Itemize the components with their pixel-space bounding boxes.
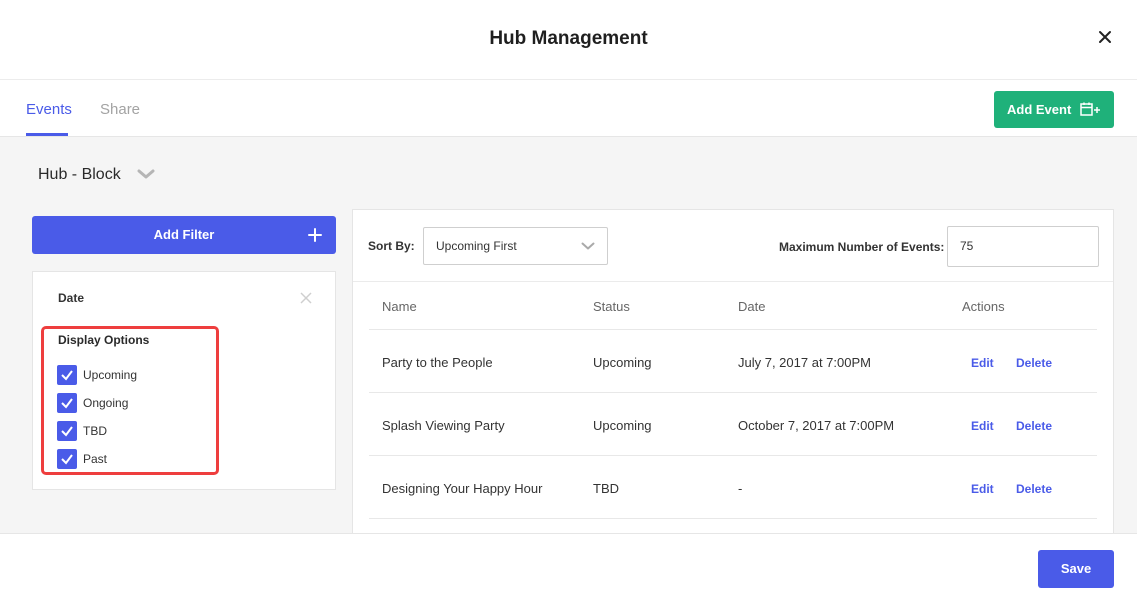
sort-value: Upcoming First [436,239,517,253]
modal-title: Hub Management [489,28,648,49]
option-label: Ongoing [83,396,129,410]
edit-link[interactable]: Edit [971,482,994,496]
option-label: Past [83,452,108,466]
delete-link[interactable]: Delete [1016,356,1052,370]
sort-select[interactable]: Upcoming First [423,227,608,265]
max-events-label: Maximum Number of Events: [779,240,945,254]
max-events-input[interactable]: 75 [947,226,1099,267]
divider [369,518,1097,519]
content-area: Hub - Block Add Filter Date Display Opti… [0,137,1137,533]
event-date: October 7, 2017 at 7:00PM [738,418,895,433]
event-status: TBD [593,481,619,496]
checkbox[interactable] [57,421,77,441]
add-event-button[interactable]: Add Event [994,91,1114,128]
column-header-name: Name [382,299,417,314]
event-date: July 7, 2017 at 7:00PM [738,355,871,370]
close-icon[interactable] [1095,27,1115,47]
active-tab-indicator [26,133,68,136]
event-status: Upcoming [593,355,652,370]
option-tbd[interactable]: TBD [57,421,107,441]
events-card: Sort By: Upcoming First Maximum Number o… [352,209,1114,533]
delete-link[interactable]: Delete [1016,419,1052,433]
tab-share[interactable]: Share [100,101,140,118]
plus-icon [308,228,322,242]
calendar-plus-icon [1080,102,1100,116]
display-options-label: Display Options [58,333,150,347]
add-filter-button[interactable]: Add Filter [32,216,336,254]
edit-link[interactable]: Edit [971,419,994,433]
save-button[interactable]: Save [1038,550,1114,588]
chevron-down-icon[interactable] [137,168,155,180]
option-label: TBD [83,424,107,438]
edit-link[interactable]: Edit [971,356,994,370]
divider [369,392,1097,393]
divider [369,329,1097,330]
checkbox[interactable] [57,393,77,413]
hub-name: Hub - Block [38,166,121,183]
option-upcoming[interactable]: Upcoming [57,365,137,385]
column-header-status: Status [593,299,630,314]
event-date: - [738,481,743,496]
event-name: Party to the People [382,355,493,370]
checkmark-icon [61,398,73,409]
chevron-down-icon [581,242,595,250]
divider [369,455,1097,456]
tab-bar: Events Share Add Event [0,80,1137,137]
event-name: Designing Your Happy Hour [382,481,543,496]
option-past[interactable]: Past [57,449,107,469]
event-status: Upcoming [593,418,652,433]
sort-label: Sort By: [368,239,415,253]
option-ongoing[interactable]: Ongoing [57,393,128,413]
tab-events[interactable]: Events [26,101,72,118]
event-name: Splash Viewing Party [382,418,505,433]
modal-footer: Save [0,533,1137,598]
checkbox[interactable] [57,449,77,469]
add-event-label: Add Event [1007,102,1072,117]
column-header-actions: Actions [962,299,1005,314]
checkbox[interactable] [57,365,77,385]
filter-label: Date [58,291,85,305]
date-filter-card: Date Display Options Upcoming Ongoing TB… [32,271,336,490]
column-header-date: Date [738,299,766,314]
add-filter-label: Add Filter [153,227,215,242]
checkmark-icon [61,370,73,381]
option-label: Upcoming [83,368,138,382]
remove-filter-icon[interactable] [300,292,312,304]
divider [353,281,1113,282]
delete-link[interactable]: Delete [1016,482,1052,496]
modal-header: Hub Management [0,0,1137,80]
checkmark-icon [61,454,73,465]
checkmark-icon [61,426,73,437]
